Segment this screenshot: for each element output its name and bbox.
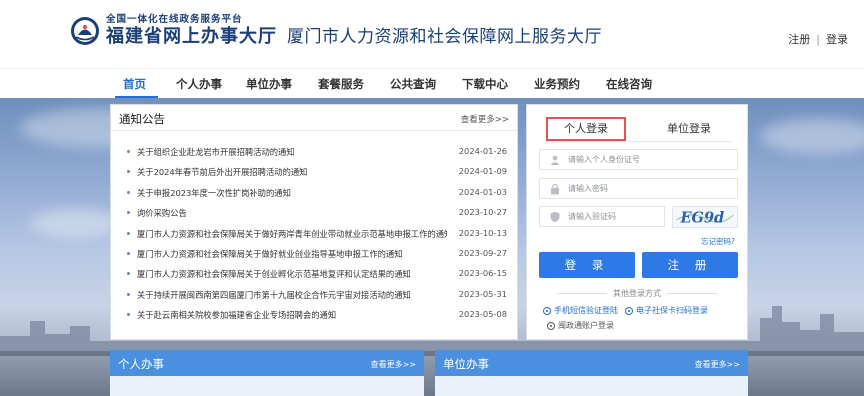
notice-item-title[interactable]: 关于持续开展闽西南第四届厦门市第十九届校企合作元宇宙对接活动的通知 <box>137 289 447 301</box>
notice-item-date: 2023-10-13 <box>458 227 507 238</box>
notice-item-title[interactable]: 关于申报2023年度一次性扩岗补助的通知 <box>137 187 447 199</box>
notice-item-date: 2024-01-03 <box>458 186 507 197</box>
register-button[interactable]: 注 册 <box>642 252 738 278</box>
shield-icon <box>550 211 560 223</box>
notice-item[interactable]: 关于赴云南相关院校参加福建省企业专场招聘会的通知 2023-05-08 <box>127 306 507 326</box>
login-panel: 个人登录 单位登录 EG9d 忘记密码? 登 录 注 册 其他登录方式 手机短信… <box>526 104 748 340</box>
nav-item-package[interactable]: 套餐服务 <box>318 76 364 92</box>
link-separator: | <box>816 32 820 46</box>
notice-item[interactable]: 关于持续开展闽西南第四届厦门市第十九届校企合作元宇宙对接活动的通知 2023-05… <box>127 286 507 306</box>
nav-item-query[interactable]: 公共查询 <box>390 76 436 92</box>
nav-item-appointment[interactable]: 业务预约 <box>534 76 580 92</box>
nav-item-download[interactable]: 下载中心 <box>462 76 508 92</box>
emblem-icon <box>71 17 99 45</box>
notice-item-title[interactable]: 关于组织企业赴龙岩市开展招聘活动的通知 <box>137 146 447 158</box>
unit-services-body <box>435 376 748 396</box>
login-link[interactable]: 登录 <box>826 31 848 47</box>
notice-item-date: 2023-10-27 <box>458 207 507 218</box>
notice-item[interactable]: 询价采购公告 2023-10-27 <box>127 204 507 224</box>
notice-item-title[interactable]: 厦门市人力资源和社会保障局关于做好两岸青年创业带动就业示范基地申报工作的通知 <box>137 228 447 240</box>
notice-item-title[interactable]: 厦门市人力资源和社会保障局关于创业孵化示范基地复评和认定结果的通知 <box>137 268 447 280</box>
unit-services-section: 单位办事 查看更多>> <box>435 350 748 396</box>
notice-item[interactable]: 厦门市人力资源和社会保障局关于做好就业创业指导基地申报工作的通知 2023-09-… <box>127 245 507 265</box>
password-field[interactable] <box>539 178 738 199</box>
forgot-password-link[interactable]: 忘记密码? <box>701 236 735 247</box>
nav-item-home[interactable]: 首页 <box>123 76 146 92</box>
qrcode-icon <box>625 306 633 315</box>
notice-item[interactable]: 关于组织企业赴龙岩市开展招聘活动的通知 2024-01-26 <box>127 143 507 163</box>
notice-list: 关于组织企业赴龙岩市开展招聘活动的通知 2024-01-26 关于2024年春节前… <box>127 143 507 327</box>
sms-login-label[interactable]: 手机短信验证登陆 <box>554 305 618 316</box>
social-card-login-label[interactable]: 电子社保卡扫码登录 <box>636 305 708 316</box>
account-icon <box>547 321 555 330</box>
personal-services-title: 个人办事 <box>118 357 164 371</box>
captcha-field[interactable] <box>539 206 728 227</box>
notice-more-link[interactable]: 查看更多>> <box>461 113 509 125</box>
nav-item-personal[interactable]: 个人办事 <box>176 76 222 92</box>
mzt-login-label[interactable]: 闽政通账户登录 <box>558 320 614 331</box>
notice-header: 通知公告 查看更多>> <box>111 105 517 131</box>
notice-item[interactable]: 厦门市人力资源和社会保障局关于创业孵化示范基地复评和认定结果的通知 2023-06… <box>127 265 507 285</box>
login-button[interactable]: 登 录 <box>539 252 635 278</box>
nav-item-unit[interactable]: 单位办事 <box>246 76 292 92</box>
phone-icon <box>543 306 551 315</box>
user-icon <box>550 155 560 165</box>
id-number-field[interactable] <box>539 149 738 170</box>
personal-services-body <box>110 376 424 396</box>
notice-item-date: 2024-01-09 <box>458 166 507 177</box>
notice-item-title[interactable]: 关于赴云南相关院校参加福建省企业专场招聘会的通知 <box>137 309 447 321</box>
notice-item-date: 2023-05-31 <box>458 288 507 299</box>
nav-item-consult[interactable]: 在线咨询 <box>606 76 652 92</box>
notice-item[interactable]: 厦门市人力资源和社会保障局关于做好两岸青年创业带动就业示范基地申报工作的通知 20… <box>127 225 507 245</box>
other-login-label: 其他登录方式 <box>527 288 747 299</box>
tab-personal-login[interactable]: 个人登录 <box>546 117 626 141</box>
site-logo[interactable]: 全国一体化在线政务服务平台 福建省网上办事大厅 <box>70 14 277 48</box>
register-link[interactable]: 注册 <box>788 31 810 47</box>
captcha-image[interactable]: EG9d <box>672 206 738 228</box>
personal-services-more-link[interactable]: 查看更多>> <box>371 359 416 370</box>
site-title: 厦门市人力资源和社会保障网上服务大厅 <box>287 27 602 47</box>
notice-item-date: 2023-09-27 <box>458 247 507 258</box>
notice-item-date: 2023-05-08 <box>458 309 507 320</box>
logo-title: 福建省网上办事大厅 <box>106 26 277 47</box>
notice-panel: 通知公告 查看更多>> 关于组织企业赴龙岩市开展招聘活动的通知 2024-01-2… <box>110 104 518 340</box>
social-card-login-link[interactable]: 电子社保卡扫码登录 <box>625 305 708 316</box>
lock-icon <box>551 183 559 195</box>
sms-login-link[interactable]: 手机短信验证登陆 <box>543 305 618 316</box>
id-number-input[interactable] <box>568 152 728 167</box>
unit-services-more-link[interactable]: 查看更多>> <box>695 359 740 370</box>
personal-services-header: 个人办事 查看更多>> <box>110 350 424 376</box>
mzt-login-link[interactable]: 闽政通账户登录 <box>547 320 614 331</box>
personal-services-section: 个人办事 查看更多>> <box>110 350 424 396</box>
top-links: 注册 | 登录 <box>788 31 848 47</box>
notice-item[interactable]: 关于2024年春节前后外出开展招聘活动的通知 2024-01-09 <box>127 163 507 183</box>
notice-item-title[interactable]: 厦门市人力资源和社会保障局关于做好就业创业指导基地申报工作的通知 <box>137 248 447 260</box>
password-input[interactable] <box>568 181 728 196</box>
captcha-text: EG9d <box>679 209 724 226</box>
notice-title: 通知公告 <box>119 112 165 126</box>
notice-item-date: 2023-06-15 <box>458 268 507 279</box>
tab-divider <box>545 141 731 142</box>
header: 全国一体化在线政务服务平台 福建省网上办事大厅 厦门市人力资源和社会保障网上服务… <box>0 0 864 68</box>
notice-item[interactable]: 关于申报2023年度一次性扩岗补助的通知 2024-01-03 <box>127 184 507 204</box>
notice-item-title[interactable]: 关于2024年春节前后外出开展招聘活动的通知 <box>137 166 447 178</box>
main-nav: 首页 个人办事 单位办事 套餐服务 公共查询 下载中心 业务预约 在线咨询 <box>0 68 864 98</box>
logo-subtitle: 全国一体化在线政务服务平台 <box>106 14 243 25</box>
notice-item-date: 2024-01-26 <box>458 146 507 156</box>
notice-item-title[interactable]: 询价采购公告 <box>137 207 447 219</box>
unit-services-title: 单位办事 <box>443 357 489 371</box>
unit-services-header: 单位办事 查看更多>> <box>435 350 748 376</box>
tab-unit-login[interactable]: 单位登录 <box>667 120 711 136</box>
